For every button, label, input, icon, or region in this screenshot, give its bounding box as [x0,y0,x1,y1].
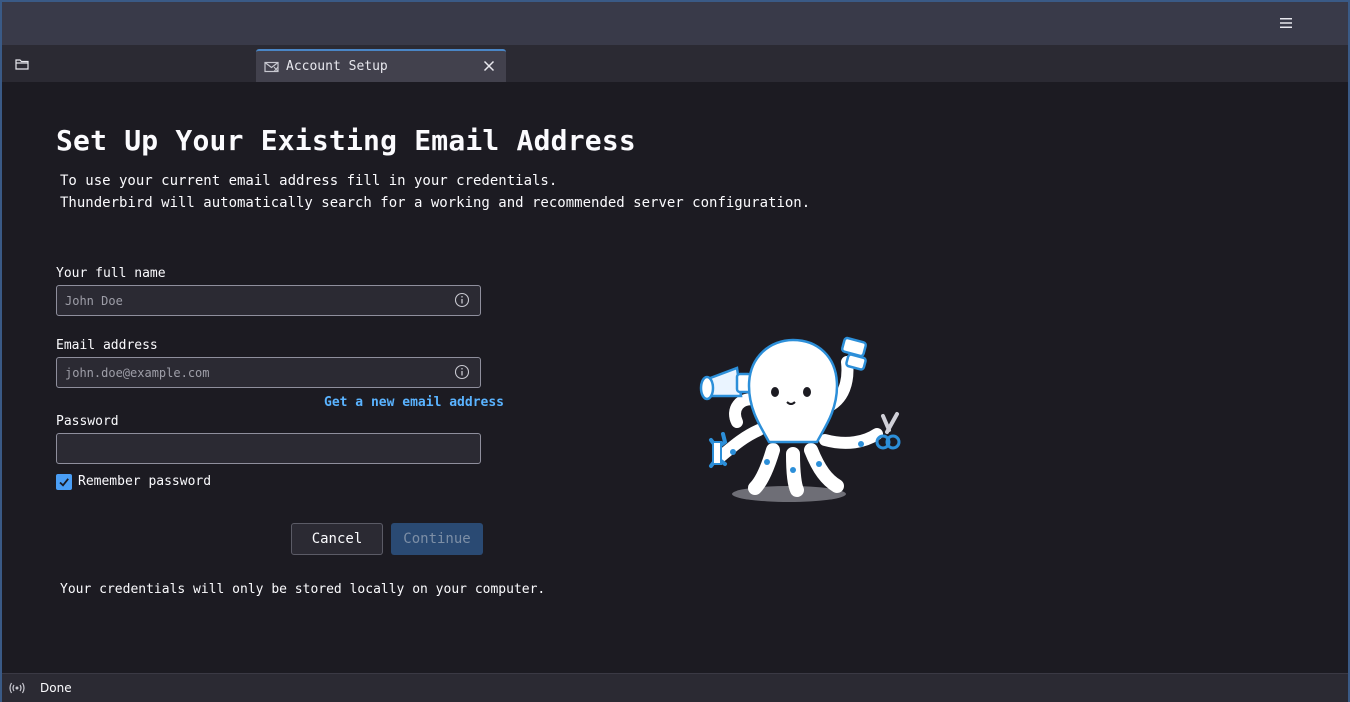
intro-line-1: To use your current email address fill i… [60,173,558,189]
continue-button[interactable]: Continue [391,523,483,555]
remember-password-label[interactable]: Remember password [78,474,211,489]
octopus-mascot-illustration [699,336,901,502]
privacy-note: Your credentials will only be stored loc… [60,582,546,597]
tab-label: Account Setup [286,59,388,74]
envelope-icon [264,61,279,72]
intro-line-2: Thunderbird will automatically search fo… [60,195,811,211]
checkmark-icon [59,478,69,487]
info-icon[interactable] [454,292,470,308]
folder-icon [15,59,29,70]
intro-text: To use your current email address fill i… [60,170,810,214]
password-input[interactable] [56,433,481,464]
tab-close-button[interactable] [480,57,498,75]
password-label: Password [56,414,119,429]
cancel-button[interactable]: Cancel [291,523,383,555]
tab-account-setup[interactable]: Account Setup [256,49,506,82]
hamburger-menu-icon [1280,18,1292,28]
status-bar: Done [2,673,1348,702]
full-name-label: Your full name [56,266,166,281]
full-name-input[interactable] [56,285,481,316]
broadcast-icon[interactable] [8,680,26,696]
folder-mode-button[interactable] [10,54,34,74]
info-icon[interactable] [454,364,470,380]
close-icon [483,60,495,72]
account-setup-page: Set Up Your Existing Email Address To us… [2,82,1348,673]
remember-password-checkbox[interactable] [56,474,72,490]
title-bar [2,2,1348,45]
app-window: Account Setup Set Up Your Existing Email… [0,0,1350,702]
tab-bar: Account Setup [2,45,1348,82]
email-input[interactable] [56,357,481,388]
page-title: Set Up Your Existing Email Address [56,124,636,157]
email-label: Email address [56,338,158,353]
status-text: Done [40,681,72,695]
app-menu-button[interactable] [1274,13,1298,33]
get-new-email-link[interactable]: Get a new email address [324,395,504,410]
